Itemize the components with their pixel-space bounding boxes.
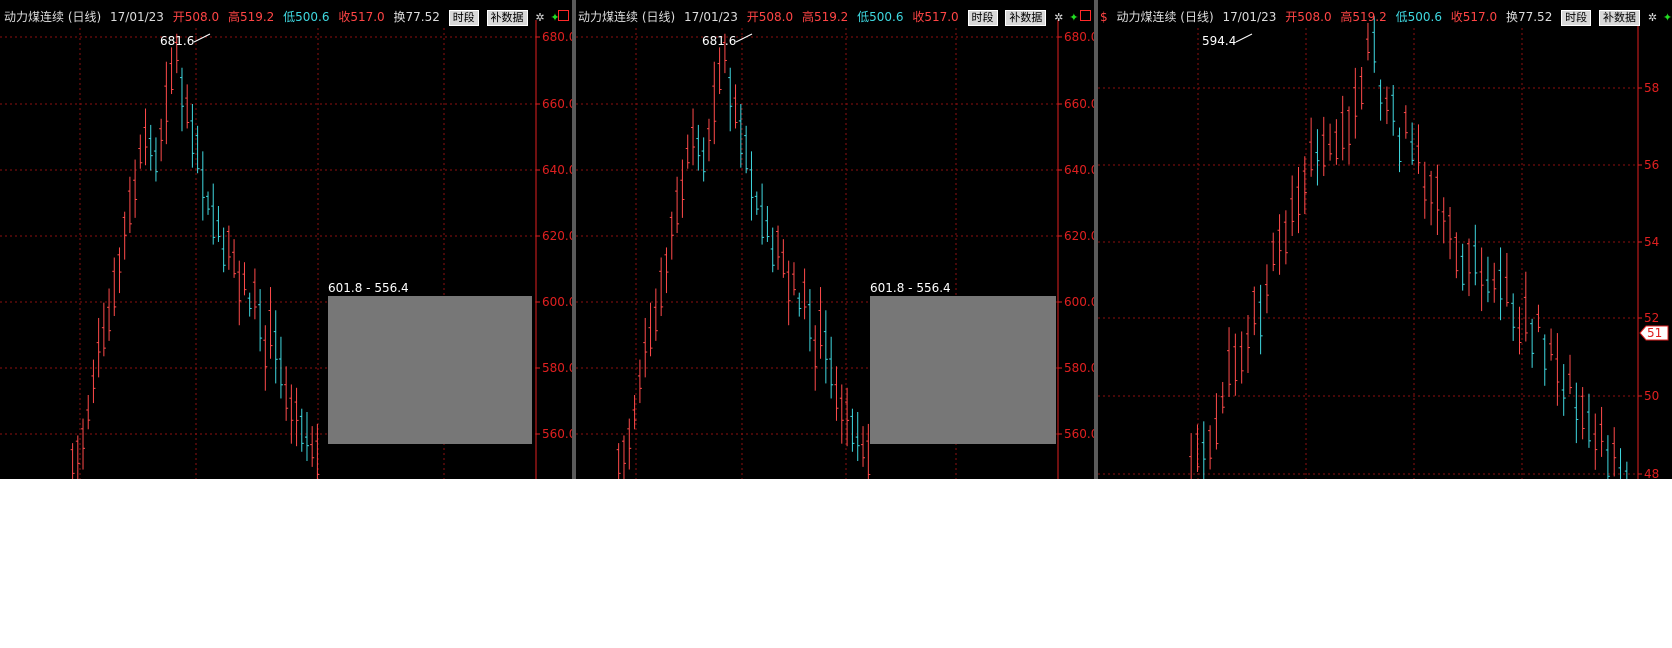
peak-label: 681.6 bbox=[702, 34, 736, 48]
low-price: 低500.6 bbox=[857, 10, 904, 24]
close-price: 收517.0 bbox=[912, 10, 959, 24]
close-price: 收517.0 bbox=[1450, 10, 1498, 24]
supplement-data-button[interactable]: 补数据 bbox=[1598, 9, 1640, 26]
contract-title: 动力煤连续 (日线) bbox=[578, 10, 676, 24]
quote-date: 17/01/23 bbox=[110, 10, 164, 24]
high-price: 高519.2 bbox=[227, 10, 275, 24]
supplement-data-button[interactable]: 补数据 bbox=[486, 9, 528, 26]
selection-range-label: 601.8 - 556.4 bbox=[328, 281, 409, 295]
candlestick-chart: 680.0 660.0 640.0 620.0 600.0 580.0 560.0 681.6… bbox=[0, 20, 572, 479]
y-tick-label: 680.0 bbox=[542, 30, 572, 44]
timeshare-button[interactable]: 时段 bbox=[967, 9, 998, 26]
y-tick-label: 640.0 bbox=[1064, 163, 1094, 177]
y-tick-label: 660.0 bbox=[542, 97, 572, 111]
y-tick-label: 680.0 bbox=[1064, 30, 1094, 44]
y-tick-label: 58 bbox=[1644, 81, 1659, 95]
gear-icon[interactable]: ✲ bbox=[1648, 9, 1657, 27]
low-price: 低500.6 bbox=[1395, 10, 1442, 24]
candlestick-chart: 680.0 660.0 640.0 620.0 600.0 580.0 560.0 681.6… bbox=[576, 20, 1094, 479]
quote-date: 17/01/23 bbox=[1222, 10, 1277, 24]
peak-marker bbox=[735, 33, 753, 43]
peak-label: 681.6 bbox=[160, 34, 194, 48]
quote-header: $ 动力煤连续 (日线) 17/01/23 开508.0 高519.2 低500… bbox=[1100, 8, 1672, 26]
y-tick-label: 640.0 bbox=[542, 163, 572, 177]
y-tick-label: 560.0 bbox=[1064, 427, 1094, 441]
peak-label: 594.4 bbox=[1202, 34, 1236, 48]
high-price: 高519.2 bbox=[801, 10, 849, 24]
selection-box bbox=[328, 296, 532, 444]
y-tick-label: 48 bbox=[1644, 467, 1659, 479]
y-tick-label: 600.0 bbox=[1064, 295, 1094, 309]
timeshare-button[interactable]: 时段 bbox=[1561, 9, 1592, 26]
quote-header: 动力煤连续 (日线) 17/01/23 开508.0 高519.2 低500.6… bbox=[578, 8, 1080, 26]
y-tick-label: 620.0 bbox=[542, 229, 572, 243]
y-tick-label: 56 bbox=[1644, 158, 1659, 172]
current-price-label: 51 bbox=[1647, 326, 1662, 340]
quote-date: 17/01/23 bbox=[684, 10, 738, 24]
turnover: 换77.52 bbox=[393, 10, 440, 24]
open-price: 开508.0 bbox=[746, 10, 794, 24]
contract-title: 动力煤连续 (日线) bbox=[1116, 10, 1214, 24]
close-price: 收517.0 bbox=[338, 10, 385, 24]
y-tick-label: 560.0 bbox=[542, 427, 572, 441]
turnover: 换77.52 bbox=[1505, 10, 1553, 24]
refresh-icon[interactable]: ✦ bbox=[1069, 9, 1078, 27]
y-tick-label: 600.0 bbox=[542, 295, 572, 309]
selection-range-label: 601.8 - 556.4 bbox=[870, 281, 951, 295]
y-tick-label: 580.0 bbox=[542, 361, 572, 375]
contract-title: 动力煤连续 (日线) bbox=[4, 10, 102, 24]
gear-icon[interactable]: ✲ bbox=[535, 9, 544, 27]
supplement-data-button[interactable]: 补数据 bbox=[1005, 9, 1047, 26]
chart-panel-2[interactable]: 动力煤连续 (日线) 17/01/23 开508.0 高519.2 低500.6… bbox=[576, 0, 1094, 479]
y-tick-label: 580.0 bbox=[1064, 361, 1094, 375]
y-tick-label: 620.0 bbox=[1064, 229, 1094, 243]
refresh-icon[interactable]: ✦ bbox=[1663, 9, 1672, 27]
y-tick-label: 54 bbox=[1644, 235, 1659, 249]
selection-box bbox=[870, 296, 1056, 444]
peak-marker bbox=[1235, 33, 1253, 43]
high-price: 高519.2 bbox=[1340, 10, 1387, 24]
y-tick-label: 660.0 bbox=[1064, 97, 1094, 111]
low-price: 低500.6 bbox=[283, 10, 330, 24]
y-tick-label: 52 bbox=[1644, 311, 1659, 325]
chart-panel-3[interactable]: $ 动力煤连续 (日线) 17/01/23 开508.0 高519.2 低500… bbox=[1098, 0, 1672, 479]
close-icon[interactable] bbox=[558, 10, 569, 21]
timeshare-button[interactable]: 时段 bbox=[448, 9, 479, 26]
open-price: 开508.0 bbox=[172, 10, 220, 24]
chart-panel-1[interactable]: 动力煤连续 (日线) 17/01/23 开508.0 高519.2 低500.6… bbox=[0, 0, 572, 479]
candlestick-chart: 58 56 54 52 50 48 594.4 51 bbox=[1098, 16, 1669, 479]
close-icon[interactable] bbox=[1080, 10, 1091, 21]
y-tick-label: 50 bbox=[1644, 389, 1659, 403]
open-price: 开508.0 bbox=[1285, 10, 1332, 24]
marker-icon: $ bbox=[1100, 10, 1108, 24]
quote-header: 动力煤连续 (日线) 17/01/23 开508.0 高519.2 低500.6… bbox=[4, 8, 562, 26]
gear-icon[interactable]: ✲ bbox=[1054, 9, 1063, 27]
